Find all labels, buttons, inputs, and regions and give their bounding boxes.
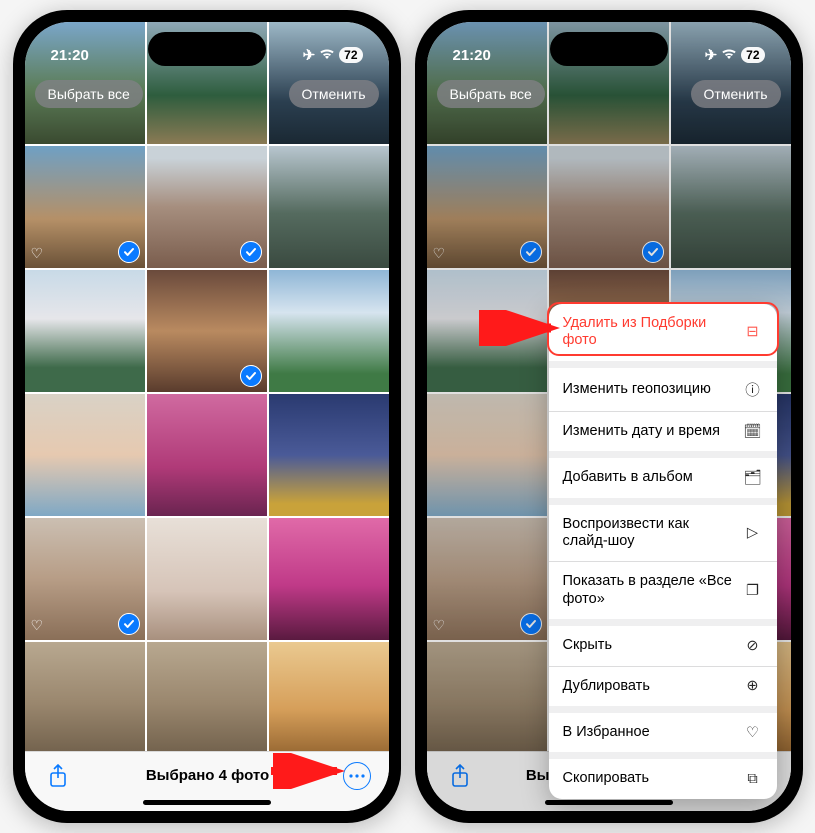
- menu-item-label: Показать в разделе «Все фото»: [563, 573, 733, 608]
- menu-item[interactable]: Воспроизвести как слайд-шоу ▷: [549, 505, 777, 563]
- selected-checkmark-icon: [118, 613, 140, 635]
- photo-thumbnail[interactable]: [25, 642, 145, 751]
- photo-thumbnail[interactable]: [269, 270, 389, 392]
- menu-item[interactable]: Дублировать ⊕: [549, 667, 777, 706]
- favorite-heart-icon: ♡: [31, 617, 44, 634]
- screen-right: 21:20 ✈︎ 72 Выбрать все Отменить ♡♡ Удал…: [427, 22, 791, 811]
- menu-item-label: Скрыть: [563, 637, 733, 654]
- iphone-mockup-left: 21:20 ✈︎ 72 Выбрать все Отменить ♡♡ Выбр…: [13, 10, 401, 823]
- screen-left: 21:20 ✈︎ 72 Выбрать все Отменить ♡♡ Выбр…: [25, 22, 389, 811]
- menu-item[interactable]: Скрыть ⊘: [549, 626, 777, 666]
- selected-checkmark-icon: [240, 365, 262, 387]
- wifi-icon: [319, 47, 335, 64]
- select-all-button[interactable]: Выбрать все: [35, 80, 143, 108]
- menu-item[interactable]: В Избранное ♡: [549, 713, 777, 752]
- photo-thumbnail[interactable]: [269, 642, 389, 751]
- duplicate-icon: ⊕: [743, 678, 763, 694]
- photo-grid[interactable]: ♡♡: [25, 22, 389, 751]
- calendar-icon: 🗓: [743, 423, 763, 440]
- heart-icon: ♡: [743, 725, 763, 741]
- location-icon: ⓘ: [743, 379, 763, 400]
- menu-item[interactable]: Изменить геопозицию ⓘ: [549, 368, 777, 412]
- menu-item-label: Воспроизвести как слайд-шоу: [563, 516, 733, 551]
- menu-item-label: Изменить геопозицию: [563, 381, 733, 398]
- photo-thumbnail[interactable]: [25, 394, 145, 516]
- eye-slash-icon: ⊘: [743, 638, 763, 654]
- status-bar: 21:20 ✈︎ 72: [25, 22, 389, 74]
- select-all-button[interactable]: Выбрать все: [437, 80, 545, 108]
- menu-item[interactable]: Добавить в альбом 🗂: [549, 458, 777, 497]
- photo-thumbnail[interactable]: [269, 146, 389, 268]
- share-button[interactable]: [43, 761, 73, 791]
- selected-checkmark-icon: [240, 241, 262, 263]
- cancel-button[interactable]: Отменить: [289, 80, 379, 108]
- menu-item-label: Изменить дату и время: [563, 423, 733, 440]
- more-button[interactable]: [343, 762, 371, 790]
- bottom-toolbar: Выбрано 4 фото: [25, 751, 389, 811]
- wifi-icon: [721, 47, 737, 64]
- photo-thumbnail[interactable]: [269, 394, 389, 516]
- selection-count-label: Выбрано 4 фото: [146, 767, 269, 784]
- top-overlay: Выбрать все Отменить: [35, 80, 379, 108]
- status-time: 21:20: [453, 47, 491, 64]
- battery-indicator: 72: [741, 47, 764, 63]
- status-bar: 21:20 ✈︎ 72: [427, 22, 791, 74]
- selected-checkmark-icon: [118, 241, 140, 263]
- photo-thumbnail[interactable]: [25, 270, 145, 392]
- iphone-mockup-right: 21:20 ✈︎ 72 Выбрать все Отменить ♡♡ Удал…: [415, 10, 803, 823]
- photo-thumbnail[interactable]: [147, 518, 267, 640]
- menu-item[interactable]: Скопировать ⧉: [549, 759, 777, 798]
- photo-thumbnail[interactable]: [269, 518, 389, 640]
- status-right: ✈︎ 72: [705, 46, 765, 64]
- top-overlay: Выбрать все Отменить: [437, 80, 781, 108]
- menu-item[interactable]: Показать в разделе «Все фото» ❐: [549, 562, 777, 619]
- photo-thumbnail[interactable]: [147, 146, 267, 268]
- photo-thumbnail[interactable]: [147, 270, 267, 392]
- menu-item[interactable]: Удалить из Подборки фото ⊟: [549, 304, 777, 361]
- remove-from-featured-icon: ⊟: [743, 324, 763, 340]
- airplane-icon: ✈︎: [303, 46, 316, 64]
- home-indicator[interactable]: [143, 800, 271, 805]
- menu-item-label: Скопировать: [563, 770, 733, 787]
- photo-thumbnail[interactable]: ♡: [25, 146, 145, 268]
- status-right: ✈︎ 72: [303, 46, 363, 64]
- album-add-icon: 🗂: [743, 469, 763, 486]
- play-icon: ▷: [743, 525, 763, 541]
- menu-item-label: Удалить из Подборки фото: [563, 315, 733, 350]
- menu-item-label: Добавить в альбом: [563, 469, 733, 486]
- context-menu: Удалить из Подборки фото ⊟ Изменить геопоз…: [549, 304, 777, 799]
- status-time: 21:20: [51, 47, 89, 64]
- menu-item-label: Дублировать: [563, 678, 733, 695]
- photo-thumbnail[interactable]: [147, 642, 267, 751]
- photo-thumbnail[interactable]: [147, 394, 267, 516]
- cancel-button[interactable]: Отменить: [691, 80, 781, 108]
- airplane-icon: ✈︎: [705, 46, 718, 64]
- stack-icon: ❐: [743, 583, 763, 599]
- photo-thumbnail[interactable]: ♡: [25, 518, 145, 640]
- battery-indicator: 72: [339, 47, 362, 63]
- menu-item-label: В Избранное: [563, 724, 733, 741]
- favorite-heart-icon: ♡: [31, 245, 44, 262]
- copy-icon: ⧉: [743, 771, 763, 787]
- menu-item[interactable]: Изменить дату и время 🗓: [549, 412, 777, 451]
